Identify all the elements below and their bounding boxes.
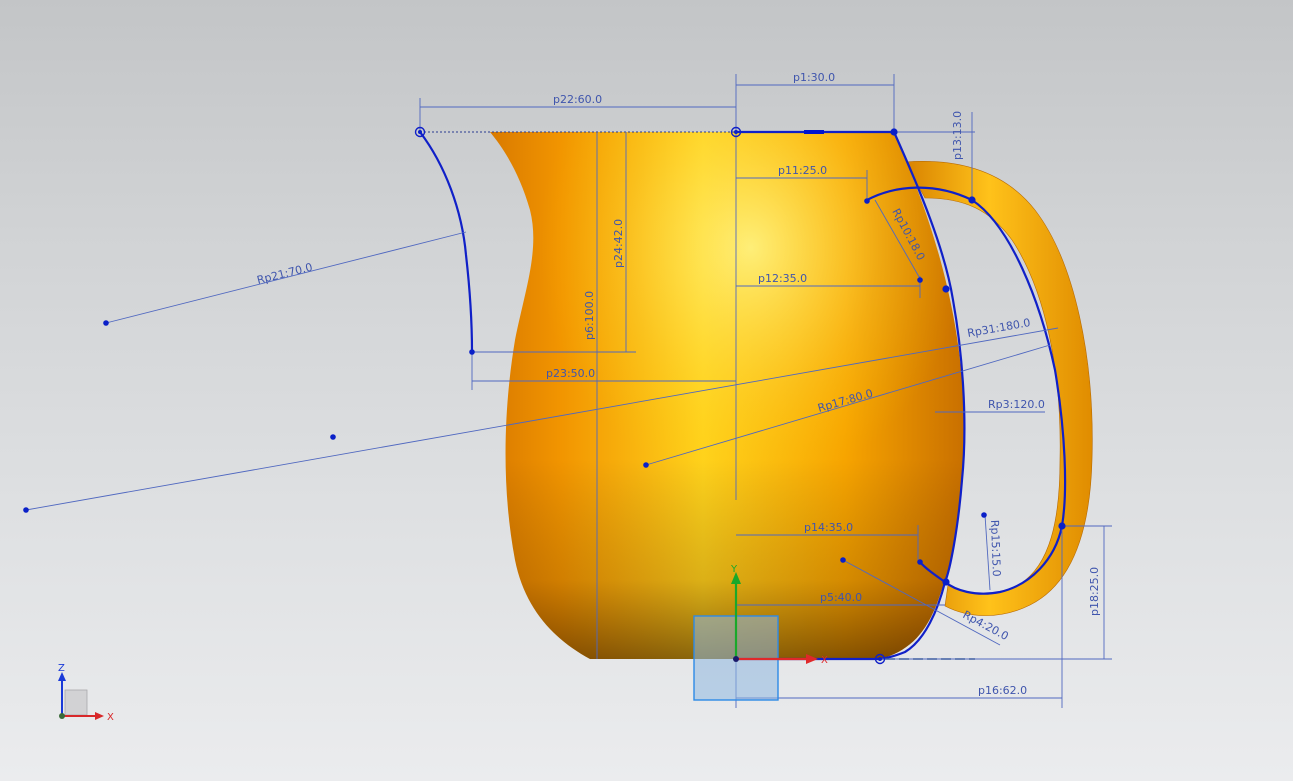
dim-p12[interactable]: p12:35.0 bbox=[758, 272, 807, 285]
triad-origin bbox=[59, 713, 65, 719]
rp15-center-point[interactable] bbox=[981, 512, 987, 518]
triad-plane bbox=[64, 689, 88, 716]
triad-x-arrow-icon bbox=[95, 712, 104, 720]
dim-p13[interactable]: p13:13.0 bbox=[951, 111, 964, 160]
rp17-center-point[interactable] bbox=[643, 462, 649, 468]
rp31-mid-point[interactable] bbox=[330, 434, 336, 440]
rp21-center-point[interactable] bbox=[103, 320, 109, 326]
csys-x-label: X bbox=[821, 655, 828, 666]
handle-start-point[interactable] bbox=[864, 198, 870, 204]
dim-p16[interactable]: p16:62.0 bbox=[978, 684, 1027, 697]
handle-right-point[interactable] bbox=[1058, 522, 1066, 530]
dim-p3[interactable]: Rp3:120.0 bbox=[988, 398, 1045, 411]
spout-end-point[interactable] bbox=[469, 349, 475, 355]
rp4-center-point[interactable] bbox=[840, 557, 846, 563]
handle-end-point[interactable] bbox=[917, 559, 923, 565]
dim-p31[interactable]: Rp31:180.0 bbox=[966, 316, 1031, 340]
dim-p15[interactable]: Rp15:15.0 bbox=[988, 520, 1003, 577]
triad-z-label: Z bbox=[58, 663, 65, 674]
csys-y-label: Y bbox=[730, 564, 738, 575]
dim-p14[interactable]: p14:35.0 bbox=[804, 521, 853, 534]
dim-p23[interactable]: p23:50.0 bbox=[546, 367, 595, 380]
view-triad[interactable]: Z X bbox=[58, 663, 114, 723]
dim-p24[interactable]: p24:42.0 bbox=[612, 219, 625, 268]
dim-p5[interactable]: p5:40.0 bbox=[820, 591, 862, 604]
dim-p6[interactable]: p6:100.0 bbox=[583, 291, 596, 340]
csys-origin[interactable] bbox=[733, 656, 739, 662]
handle-top-point[interactable] bbox=[968, 196, 976, 204]
handle-bottom-point[interactable] bbox=[942, 578, 950, 586]
rp10-center-point[interactable] bbox=[917, 277, 923, 283]
model-view[interactable]: p22:60.0 p1:30.0 p13:13.0 p11:25.0 Rp10:… bbox=[0, 0, 1293, 781]
dim-p22[interactable]: p22:60.0 bbox=[553, 93, 602, 106]
dim-p11[interactable]: p11:25.0 bbox=[778, 164, 827, 177]
dim-p1[interactable]: p1:30.0 bbox=[793, 71, 835, 84]
rp31-center-point[interactable] bbox=[23, 507, 29, 513]
dim-p18[interactable]: p18:25.0 bbox=[1088, 567, 1101, 616]
body-profile-point[interactable] bbox=[942, 285, 950, 293]
triad-x-label: X bbox=[107, 712, 114, 723]
top-right-point[interactable] bbox=[890, 128, 898, 136]
graphics-window[interactable]: p22:60.0 p1:30.0 p13:13.0 p11:25.0 Rp10:… bbox=[0, 0, 1293, 781]
dim-p21[interactable]: Rp21:70.0 bbox=[256, 261, 314, 287]
